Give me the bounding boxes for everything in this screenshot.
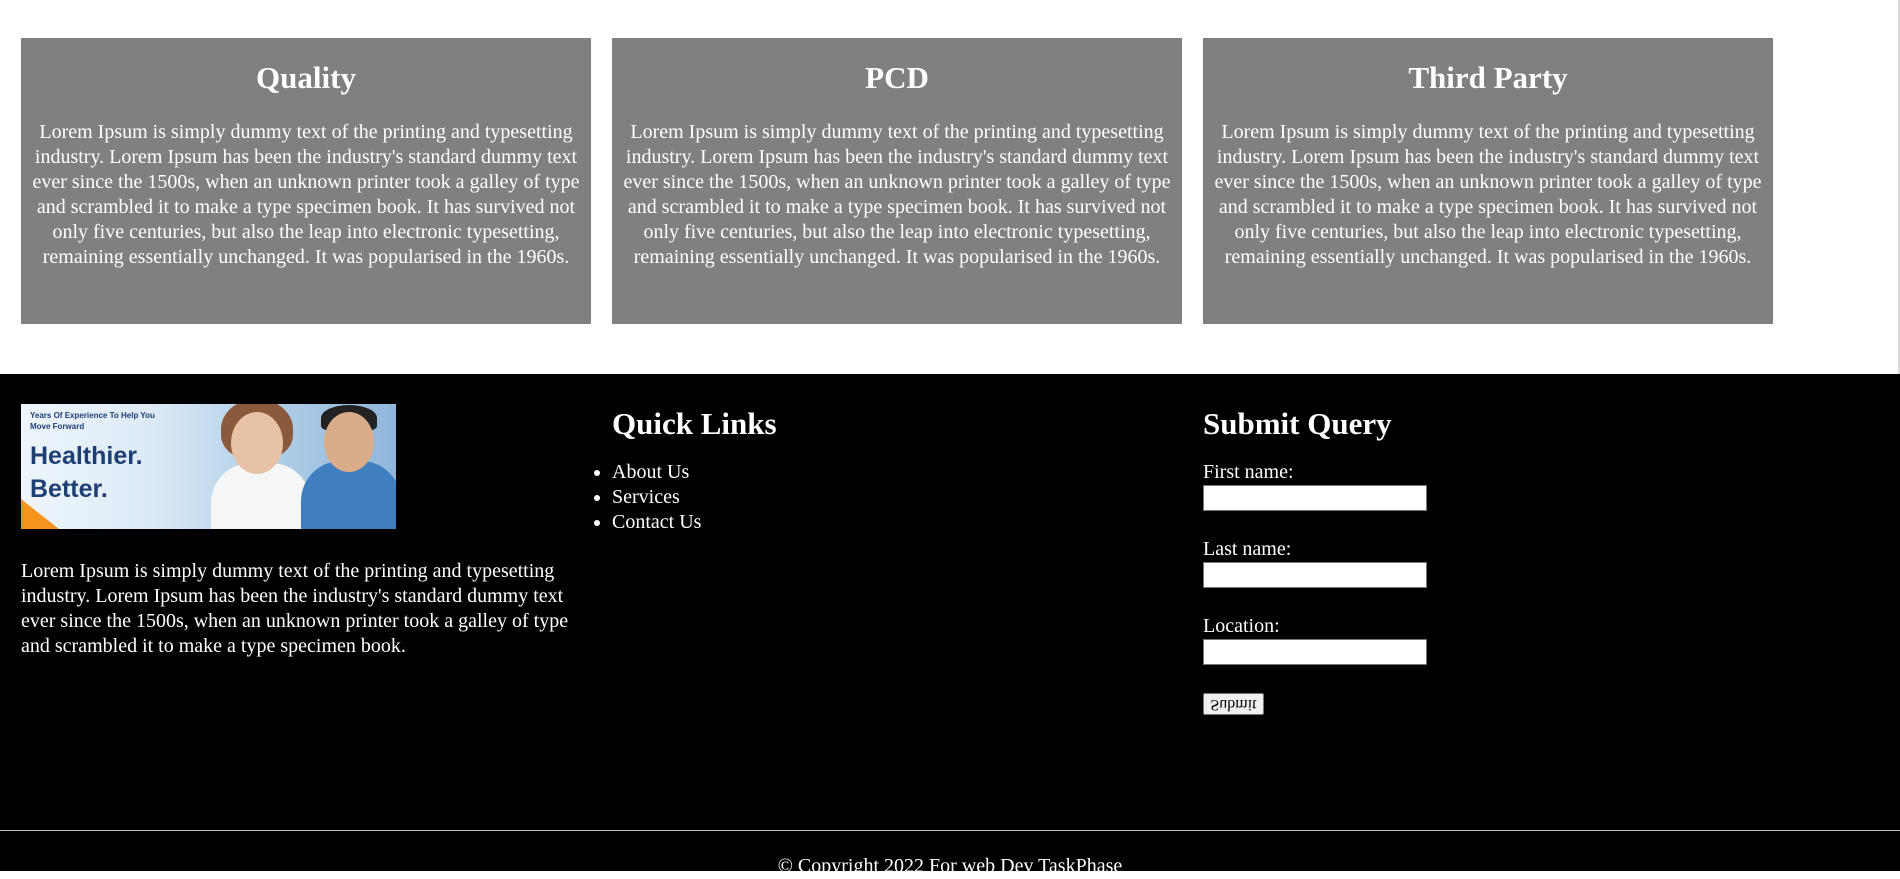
- submit-button[interactable]: Submit: [1203, 693, 1264, 716]
- banner-headline-line-1: Healthier.: [30, 442, 143, 470]
- banner-accent-corner: [21, 499, 59, 529]
- last-name-input[interactable]: [1203, 562, 1427, 589]
- copyright-text: © Copyright 2022 For web Dev TaskPhase: [777, 855, 1123, 877]
- card-text: Lorem Ipsum is simply dummy text of the …: [623, 121, 1171, 269]
- feature-card-quality: Quality Lorem Ipsum is simply dummy text…: [21, 38, 591, 324]
- quick-link-contact-us[interactable]: Contact Us: [612, 511, 701, 533]
- footer-about-text: Lorem Ipsum is simply dummy text of the …: [21, 560, 569, 657]
- submit-query-form: First name: Last name: Location: Submit: [1203, 460, 1773, 716]
- first-name-input[interactable]: [1203, 485, 1427, 512]
- quick-link-services[interactable]: Services: [612, 486, 680, 508]
- quick-link-item: Services: [612, 485, 1182, 510]
- location-input[interactable]: [1203, 639, 1427, 666]
- feature-card-third-party: Third Party Lorem Ipsum is simply dummy …: [1203, 38, 1773, 324]
- footer-divider: [0, 830, 1900, 831]
- healthcare-banner-image: Years Of Experience To Help You Move For…: [21, 404, 396, 529]
- banner-tagline: Years Of Experience To Help You Move For…: [30, 411, 155, 431]
- location-label: Location:: [1203, 615, 1280, 638]
- banner-headline: Healthier. Better.: [30, 440, 143, 506]
- feature-cards: Quality Lorem Ipsum is simply dummy text…: [21, 38, 1773, 324]
- card-title: PCD: [865, 60, 929, 95]
- last-name-label: Last name:: [1203, 538, 1292, 561]
- doctor-man-face: [324, 412, 374, 472]
- quick-link-item: About Us: [612, 460, 1182, 485]
- footer-query-form-column: Submit Query First name: Last name: Loca…: [1203, 404, 1773, 716]
- quick-link-about-us[interactable]: About Us: [612, 461, 689, 483]
- quick-links-heading: Quick Links: [612, 406, 777, 441]
- footer-about-column: Years Of Experience To Help You Move For…: [21, 404, 591, 659]
- feature-card-pcd: PCD Lorem Ipsum is simply dummy text of …: [612, 38, 1182, 324]
- footer: Years Of Experience To Help You Move For…: [0, 374, 1900, 877]
- doctor-woman-face: [231, 412, 283, 474]
- card-text: Lorem Ipsum is simply dummy text of the …: [32, 121, 580, 269]
- footer-quick-links-column: Quick Links About Us Services Contact Us: [612, 404, 1182, 535]
- first-name-label: First name:: [1203, 461, 1294, 484]
- quick-link-item: Contact Us: [612, 510, 1182, 535]
- card-text: Lorem Ipsum is simply dummy text of the …: [1214, 121, 1762, 269]
- card-title: Quality: [256, 60, 356, 95]
- card-title: Third Party: [1408, 60, 1568, 95]
- quick-links-list: About Us Services Contact Us: [612, 460, 1182, 535]
- submit-query-heading: Submit Query: [1203, 406, 1392, 441]
